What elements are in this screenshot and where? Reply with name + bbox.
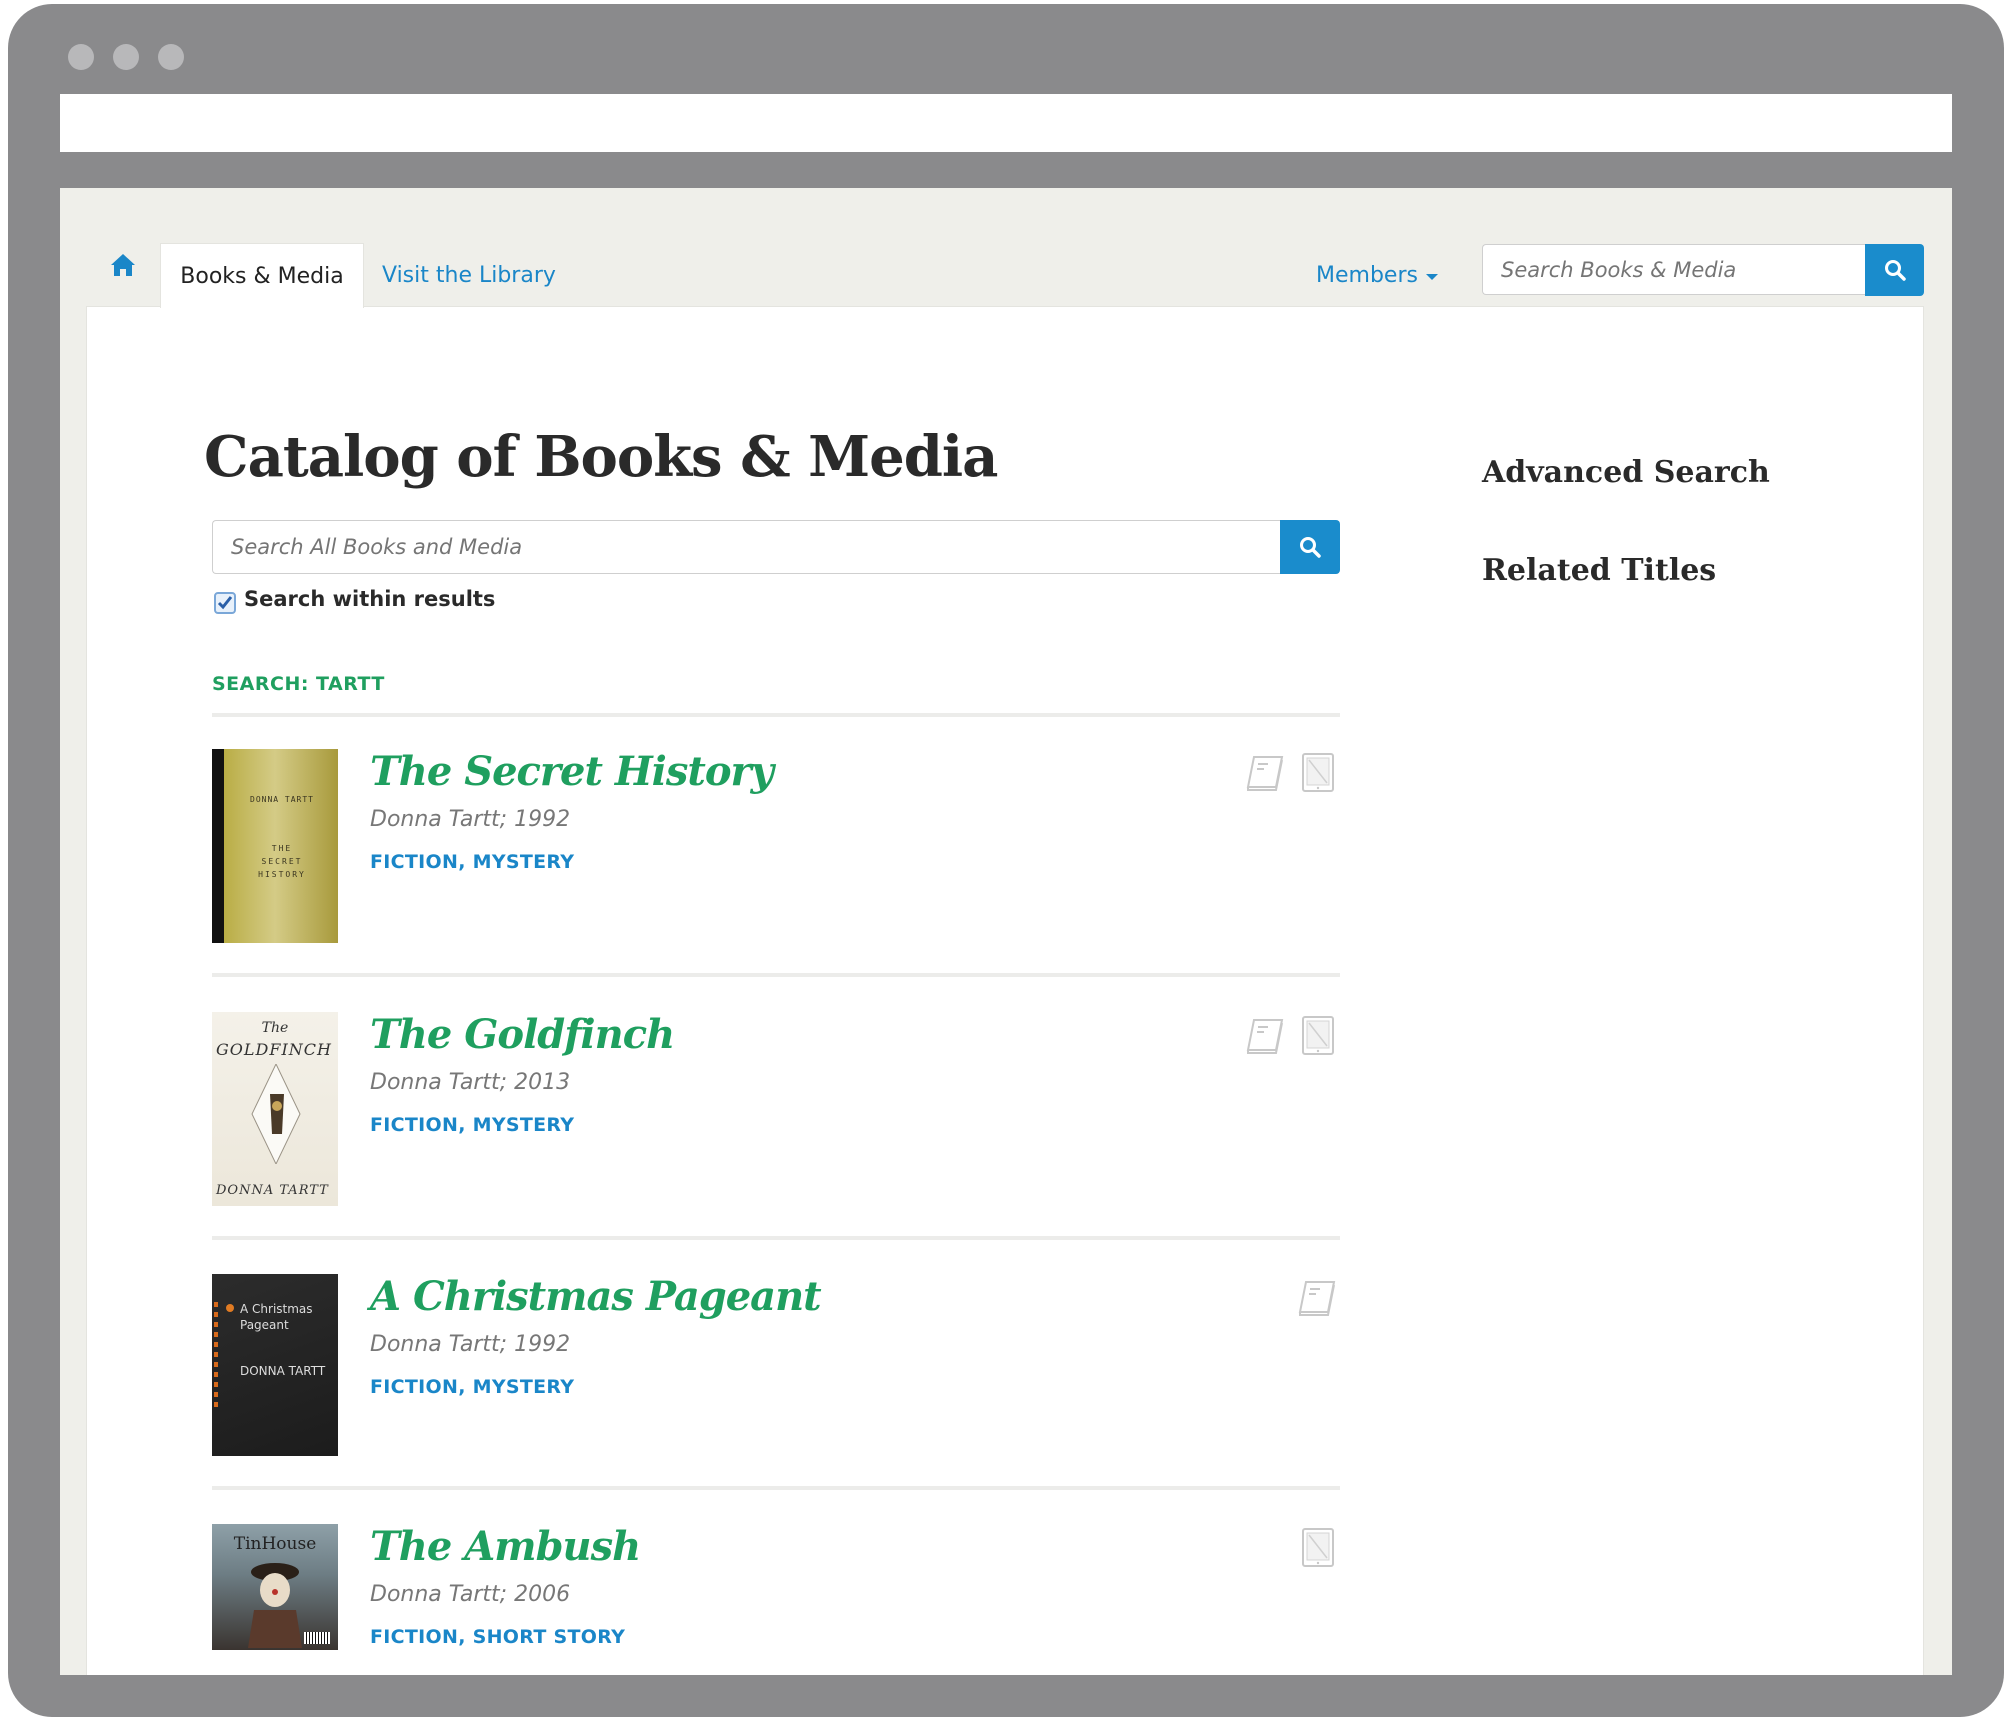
window-close-dot[interactable] <box>68 44 94 70</box>
tag-link[interactable]: FICTION <box>370 1114 458 1136</box>
result-item: TinHouse The Ambush Donna Tartt; 2006 FI… <box>212 1523 1340 1675</box>
cover-text: Pageant <box>240 1318 289 1332</box>
ebook-icon[interactable] <box>1296 1526 1338 1568</box>
search-within-checkbox[interactable] <box>214 592 236 614</box>
search-icon <box>1884 260 1906 281</box>
window-zoom-dot[interactable] <box>158 44 184 70</box>
cover-text: THE SECRET HISTORY <box>258 844 306 879</box>
paper-bird-image <box>251 1064 301 1164</box>
tab-books-media[interactable]: Books & Media <box>160 243 364 308</box>
result-title[interactable]: A Christmas Pageant <box>370 1273 822 1320</box>
tab-visit-library[interactable]: Visit the Library <box>382 243 556 307</box>
tag-link[interactable]: MYSTERY <box>473 1114 575 1136</box>
home-icon <box>111 254 135 276</box>
tag-link[interactable]: MYSTERY <box>473 851 575 873</box>
tag-link[interactable]: MYSTERY <box>473 1376 575 1398</box>
cover-text: DONNA TARTT <box>250 795 314 804</box>
result-tags: FICTION, MYSTERY <box>370 851 575 873</box>
search-within-label[interactable]: Search within results <box>244 587 495 611</box>
divider <box>212 1236 1340 1240</box>
cover-text: DONNA TARTT <box>216 1183 329 1198</box>
result-author-year: Donna Tartt; 1992 <box>370 1332 571 1357</box>
cover-text: A Christmas <box>240 1302 313 1316</box>
window-minimize-dot[interactable] <box>113 44 139 70</box>
catalog-search-input[interactable] <box>212 520 1280 574</box>
divider <box>212 1486 1340 1490</box>
result-item: DONNA TARTT THE SECRET HISTORY The Secre… <box>212 748 1340 949</box>
browser-frame: Books & Media Visit the Library Members … <box>8 4 2004 1717</box>
caret-down-icon <box>1425 273 1438 280</box>
search-icon <box>1300 537 1321 558</box>
tag-link[interactable]: FICTION <box>370 851 458 873</box>
cover-text: GOLDFINCH <box>216 1040 332 1059</box>
members-label: Members <box>1316 262 1418 288</box>
tag-link[interactable]: SHORT STORY <box>473 1626 626 1648</box>
result-author-year: Donna Tartt; 1992 <box>370 807 571 832</box>
cover-text: TinHouse <box>233 1534 317 1554</box>
tag-link[interactable]: FICTION <box>370 1626 458 1648</box>
members-dropdown[interactable]: Members <box>1316 243 1438 307</box>
advanced-search-link[interactable]: Advanced Search <box>1482 455 1770 490</box>
header-search-button[interactable] <box>1865 244 1924 296</box>
result-tags: FICTION, MYSTERY <box>370 1114 575 1136</box>
result-item: A Christmas Pageant DONNA TARTT A Christ… <box>212 1273 1340 1474</box>
related-titles-heading: Related Titles <box>1482 553 1717 588</box>
result-title[interactable]: The Goldfinch <box>370 1011 675 1058</box>
result-item: The GOLDFINCH DONNA TARTT The Goldfinch … <box>212 1011 1340 1212</box>
cover-text: The <box>261 1020 289 1036</box>
tab-label: Books & Media <box>180 263 344 289</box>
book-cover[interactable]: The GOLDFINCH DONNA TARTT <box>212 1012 338 1206</box>
result-title[interactable]: The Ambush <box>370 1523 641 1570</box>
address-bar[interactable] <box>60 94 1952 152</box>
header-search-input[interactable] <box>1482 244 1874 295</box>
barcode-icon <box>304 1632 330 1644</box>
book-cover[interactable]: A Christmas Pageant DONNA TARTT <box>212 1274 338 1456</box>
checkmark-icon <box>217 596 233 610</box>
tab-label: Visit the Library <box>382 262 556 288</box>
page-title: Catalog of Books & Media <box>204 424 998 490</box>
catalog-search-button[interactable] <box>1280 520 1340 574</box>
result-tags: FICTION, MYSTERY <box>370 1376 575 1398</box>
divider <box>212 713 1340 717</box>
penguin-logo-icon <box>226 1304 234 1312</box>
book-icon[interactable] <box>1244 751 1286 793</box>
result-tags: FICTION, SHORT STORY <box>370 1626 626 1648</box>
result-author-year: Donna Tartt; 2006 <box>370 1582 571 1607</box>
home-tab[interactable] <box>104 246 142 284</box>
search-query-label: SEARCH: TARTT <box>212 673 385 695</box>
book-cover[interactable]: TinHouse <box>212 1524 338 1650</box>
result-title[interactable]: The Secret History <box>370 748 774 795</box>
ebook-icon[interactable] <box>1296 1014 1338 1056</box>
divider <box>212 973 1340 977</box>
page-viewport: Books & Media Visit the Library Members … <box>60 188 1952 1675</box>
cover-decoration <box>214 1302 218 1412</box>
book-icon[interactable] <box>1244 1014 1286 1056</box>
book-icon[interactable] <box>1296 1276 1338 1318</box>
result-author-year: Donna Tartt; 2013 <box>370 1070 571 1095</box>
clown-portrait-image <box>248 1563 302 1648</box>
ebook-icon[interactable] <box>1296 751 1338 793</box>
cover-text: DONNA TARTT <box>240 1364 326 1378</box>
book-cover[interactable]: DONNA TARTT THE SECRET HISTORY <box>212 749 338 943</box>
tag-link[interactable]: FICTION <box>370 1376 458 1398</box>
